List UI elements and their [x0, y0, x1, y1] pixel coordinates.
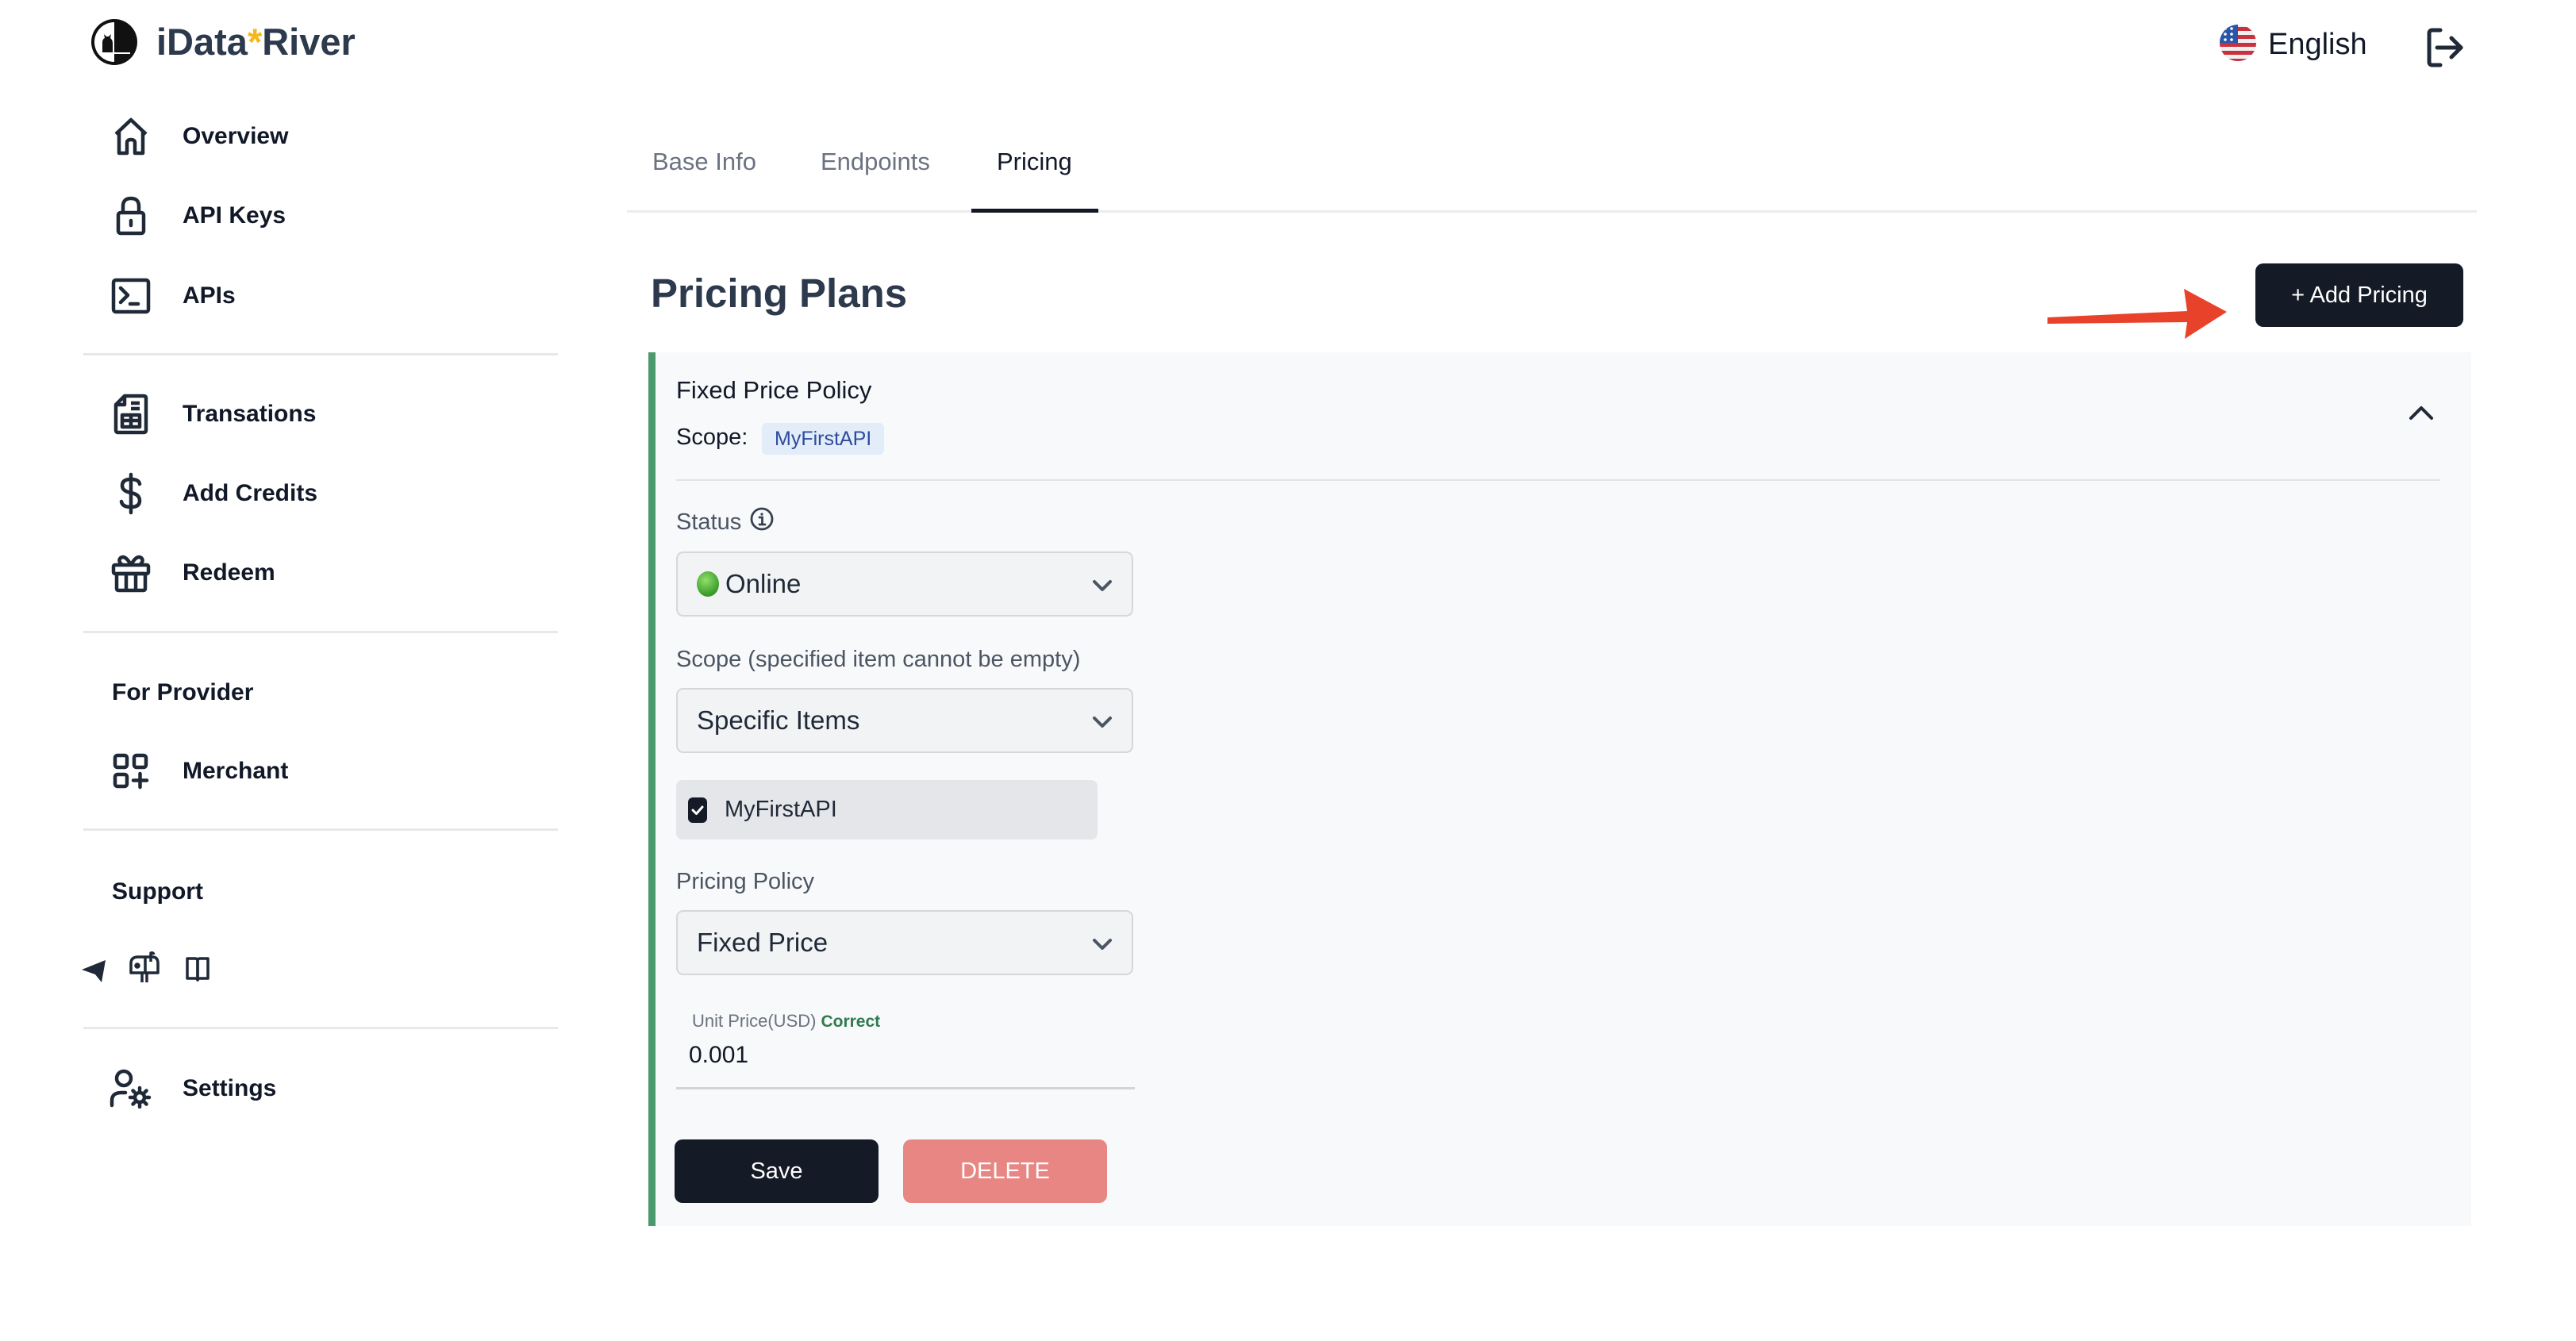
scope-item-checkbox-row[interactable]: MyFirstAPI: [676, 780, 1098, 840]
logo-icon[interactable]: [90, 17, 139, 67]
brand-prefix: iData: [156, 21, 248, 63]
brand-suffix: River: [262, 21, 356, 63]
tab-bar-line: [627, 210, 2477, 213]
sidebar-item-redeem[interactable]: Redeem: [110, 551, 275, 595]
red-arrow-annotation: [2046, 282, 2238, 346]
home-icon: [110, 115, 152, 158]
save-button[interactable]: Save: [675, 1139, 879, 1203]
validation-status: Correct: [821, 1012, 881, 1031]
sidebar-item-label: Settings: [183, 1075, 277, 1101]
calculator-document-icon: [110, 393, 152, 436]
sidebar-divider: [83, 631, 558, 633]
mailbox-icon[interactable]: [129, 951, 160, 984]
sidebar-divider: [83, 1027, 558, 1029]
sidebar-item-add-credits[interactable]: Add Credits: [110, 471, 317, 516]
scope-value: Specific Items: [697, 705, 860, 735]
grid-plus-icon: [110, 750, 152, 793]
scope-select[interactable]: Specific Items: [676, 688, 1133, 753]
sidebar-item-transactions[interactable]: Transations: [110, 392, 316, 436]
language-selector[interactable]: English: [2219, 22, 2367, 67]
pricing-policy-value: Fixed Price: [697, 928, 829, 957]
delete-button[interactable]: DELETE: [903, 1139, 1107, 1203]
book-icon[interactable]: [185, 955, 210, 982]
tab-endpoints[interactable]: Endpoints: [821, 148, 930, 176]
sidebar-item-label: Redeem: [183, 559, 275, 586]
sidebar-divider: [83, 828, 558, 831]
logout-icon[interactable]: [2424, 27, 2466, 68]
unit-price-label-text: Unit Price(USD): [692, 1011, 817, 1031]
sidebar-item-merchant[interactable]: Merchant: [110, 749, 288, 793]
online-status-dot-icon: [697, 571, 719, 597]
plan-scope-label: Scope:: [676, 425, 748, 450]
sidebar-item-label: Overview: [183, 123, 289, 149]
checkbox-label: MyFirstAPI: [725, 797, 837, 822]
tab-base-info[interactable]: Base Info: [652, 148, 756, 176]
lock-icon: [110, 194, 152, 237]
gift-icon: [110, 551, 152, 594]
brand-star: *: [247, 21, 263, 63]
chevron-down-icon: [1090, 574, 1114, 597]
plan-title: Fixed Price Policy: [676, 376, 872, 404]
sidebar-divider: [83, 353, 558, 355]
sidebar-item-label: Add Credits: [183, 480, 318, 506]
section-title-provider: For Provider: [112, 679, 254, 705]
unit-price-label: Unit Price(USD) Correct: [692, 1011, 880, 1032]
info-icon[interactable]: [749, 506, 775, 532]
sidebar-item-label: Merchant: [183, 758, 289, 784]
input-underline: [676, 1087, 1135, 1089]
pricing-policy-select[interactable]: Fixed Price: [676, 910, 1133, 975]
sidebar-item-api-keys[interactable]: API Keys: [110, 194, 286, 238]
section-title-support: Support: [112, 878, 203, 905]
chevron-down-icon: [1090, 932, 1114, 956]
sidebar-item-label: APIs: [183, 282, 236, 309]
brand-name[interactable]: iData*River: [156, 19, 356, 65]
status-value: Online: [725, 569, 802, 598]
sidebar-item-apis[interactable]: APIs: [110, 274, 236, 318]
sidebar-item-settings[interactable]: Settings: [110, 1066, 276, 1111]
sidebar-item-label: Transations: [183, 401, 317, 427]
us-flag-icon: [2219, 24, 2257, 66]
dollar-icon: [110, 472, 152, 515]
chevron-down-icon: [1090, 710, 1114, 734]
telegram-icon[interactable]: [79, 955, 108, 984]
checkmark-icon: [691, 805, 704, 815]
sidebar-item-label: API Keys: [183, 202, 286, 229]
checkbox-checked[interactable]: [688, 797, 707, 823]
scope-field-label: Scope (specified item cannot be empty): [676, 647, 1081, 672]
pricing-policy-label: Pricing Policy: [676, 869, 815, 894]
add-pricing-button[interactable]: + Add Pricing: [2255, 263, 2463, 327]
page-title: Pricing Plans: [651, 271, 908, 316]
sidebar-item-overview[interactable]: Overview: [110, 114, 288, 159]
status-label: Status: [676, 509, 742, 535]
unit-price-input[interactable]: [689, 1042, 1117, 1069]
active-tab-indicator: [971, 209, 1098, 213]
card-divider: [676, 479, 2440, 481]
scope-tag: MyFirstAPI: [762, 423, 885, 455]
tab-pricing[interactable]: Pricing: [997, 148, 1072, 176]
terminal-icon: [110, 275, 152, 317]
collapse-chevron-up-icon[interactable]: [2408, 401, 2435, 425]
language-label: English: [2268, 27, 2367, 61]
user-gear-icon: [110, 1067, 152, 1110]
status-select[interactable]: Online: [676, 551, 1133, 617]
